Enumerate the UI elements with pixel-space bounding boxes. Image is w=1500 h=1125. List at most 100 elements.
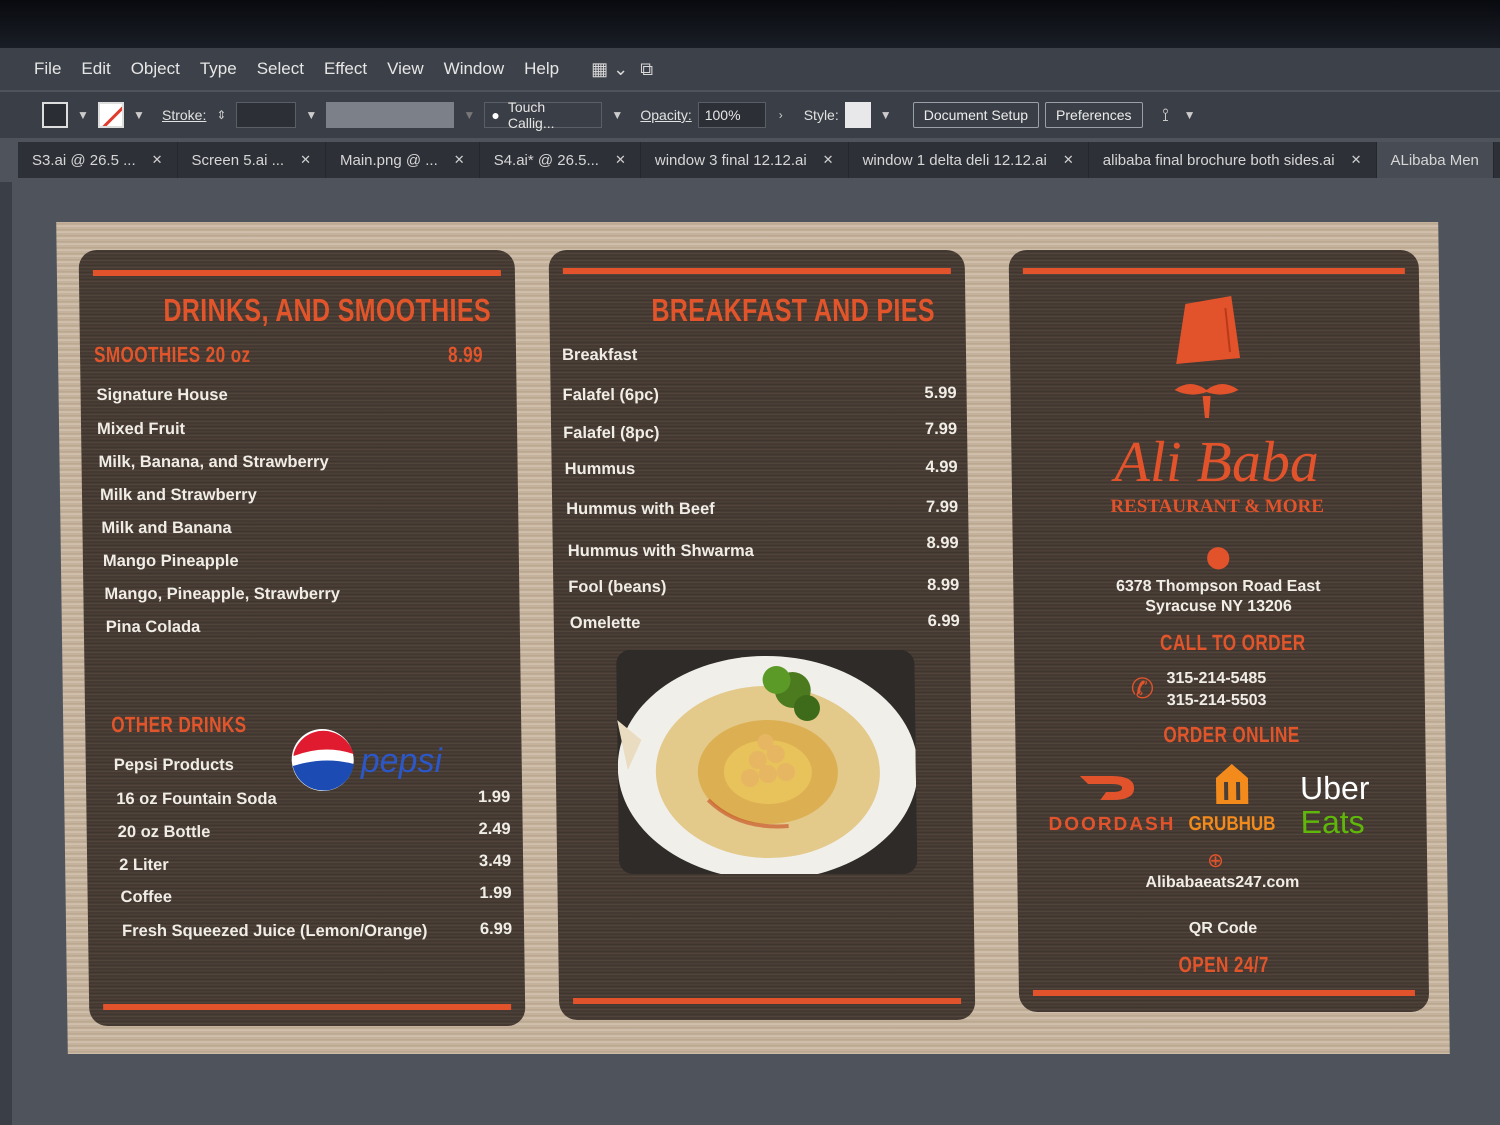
divider-line xyxy=(562,268,951,274)
divider-line xyxy=(103,1004,512,1010)
price: 8.99 xyxy=(927,576,960,594)
tools-panel[interactable] xyxy=(0,182,12,1125)
breakfast-section-label: Breakfast xyxy=(561,346,638,364)
menu-edit[interactable]: Edit xyxy=(81,59,110,79)
menu-type[interactable]: Type xyxy=(200,59,237,79)
location-pin-icon: ⬤ xyxy=(1205,544,1231,569)
tab-label: alibaba final brochure both sides.ai xyxy=(1102,151,1335,169)
divider-line xyxy=(1022,268,1405,274)
control-bar: ▼ ▼ Stroke: ⇕ ▼ ▼ ● Touch Callig... ▼ Op… xyxy=(0,92,1500,138)
opacity-label[interactable]: Opacity: xyxy=(640,107,691,123)
price: 3.49 xyxy=(478,852,512,870)
brand-name: Ali Baba xyxy=(1113,429,1320,494)
price: 1.99 xyxy=(477,788,511,806)
style-label: Style: xyxy=(803,107,839,123)
table-row: Omelette xyxy=(569,614,641,632)
phone-number-2: 315-214-5503 xyxy=(1166,692,1267,709)
smoothies-price: 8.99 xyxy=(447,342,484,367)
contact-panel: Ali Baba RESTAURANT & MORE ⬤ 6378 Thomps… xyxy=(1008,250,1430,1012)
tab-label: Screen 5.ai ... xyxy=(191,151,285,169)
chevron-down-icon[interactable]: ▼ xyxy=(608,108,626,122)
fill-swatch[interactable] xyxy=(42,102,68,128)
table-row: Fresh Squeezed Juice (Lemon/Orange) xyxy=(121,922,428,940)
menu-help[interactable]: Help xyxy=(524,59,559,79)
close-icon[interactable]: ✕ xyxy=(454,152,465,168)
chevron-down-icon[interactable]: ▼ xyxy=(877,108,895,122)
list-item: Pina Colada xyxy=(105,618,201,636)
close-icon[interactable]: ✕ xyxy=(615,152,626,168)
artboard[interactable]: DRINKS, AND SMOOTHIES SMOOTHIES 20 oz 8.… xyxy=(56,222,1450,1054)
divider-line xyxy=(573,998,962,1004)
tab-main-png[interactable]: Main.png @ ... ✕ xyxy=(326,142,480,178)
globe-icon: ⊕ xyxy=(1206,850,1225,872)
pepsi-wordmark: pepsi xyxy=(359,742,443,780)
pepsi-products-label: Pepsi Products xyxy=(113,756,235,774)
close-icon[interactable]: ✕ xyxy=(823,152,834,168)
list-item: Milk and Strawberry xyxy=(99,486,257,504)
tab-screen5[interactable]: Screen 5.ai ... ✕ xyxy=(178,142,326,178)
price: 6.99 xyxy=(479,920,513,938)
price: 1.99 xyxy=(479,884,512,902)
tab-window3[interactable]: window 3 final 12.12.ai ✕ xyxy=(641,142,849,178)
opacity-field[interactable]: 100% xyxy=(697,102,766,128)
stroke-swatch[interactable] xyxy=(98,102,124,128)
tab-label: S3.ai @ 26.5 ... xyxy=(32,151,136,169)
grubhub-icon xyxy=(1215,764,1249,804)
stroke-label[interactable]: Stroke: xyxy=(162,107,206,123)
stroke-weight-field[interactable] xyxy=(236,102,297,128)
website-link: Alibabaeats247.com xyxy=(1145,874,1300,891)
tab-alibaba-brochure[interactable]: alibaba final brochure both sides.ai ✕ xyxy=(1089,142,1377,178)
workspace-layout-icon[interactable]: ▦ ⌄ xyxy=(591,59,628,80)
divider-line xyxy=(1032,990,1415,996)
close-icon[interactable]: ✕ xyxy=(152,152,163,168)
list-item: Milk, Banana, and Strawberry xyxy=(98,453,329,471)
variable-width-field[interactable] xyxy=(326,102,455,128)
doordash-label: DOORDASH xyxy=(1048,814,1176,835)
document-setup-button[interactable]: Document Setup xyxy=(912,102,1040,128)
drinks-panel: DRINKS, AND SMOOTHIES SMOOTHIES 20 oz 8.… xyxy=(78,250,526,1026)
fez-mustache-logo xyxy=(1174,296,1241,418)
chevron-down-icon[interactable]: ▼ xyxy=(302,108,320,122)
doordash-icon xyxy=(1079,776,1135,800)
close-icon[interactable]: ✕ xyxy=(300,152,311,168)
list-item: Signature House xyxy=(96,386,228,404)
chevron-down-icon: ▼ xyxy=(463,108,476,122)
close-icon[interactable]: ✕ xyxy=(1351,152,1362,168)
chevron-down-icon[interactable]: ▼ xyxy=(130,108,148,122)
menu-view[interactable]: View xyxy=(387,59,424,79)
tab-s4[interactable]: S4.ai* @ 26.5... ✕ xyxy=(480,142,641,178)
document-tab-bar: S3.ai @ 26.5 ... ✕ Screen 5.ai ... ✕ Main.… xyxy=(18,142,1500,178)
list-item: Mango, Pineapple, Strawberry xyxy=(104,585,341,603)
stroke-stepper-icon[interactable]: ⇕ xyxy=(212,108,230,122)
address-line1: 6378 Thompson Road East xyxy=(1115,578,1321,595)
menu-select[interactable]: Select xyxy=(257,59,304,79)
menu-window[interactable]: Window xyxy=(444,59,504,79)
style-swatch[interactable] xyxy=(844,102,871,128)
tab-alibaba-menu[interactable]: ALibaba Men xyxy=(1376,142,1494,178)
arrange-icon[interactable]: ⟟ xyxy=(1157,105,1175,126)
preferences-button[interactable]: Preferences xyxy=(1045,102,1143,128)
close-icon[interactable]: ✕ xyxy=(1063,152,1074,168)
eats-label: Eats xyxy=(1300,804,1365,840)
grubhub-label: GRUBHUB xyxy=(1188,813,1276,835)
other-drinks-header: OTHER DRINKS xyxy=(111,712,247,737)
price: 8.99 xyxy=(926,534,959,552)
menu-bar: File Edit Object Type Select Effect View… xyxy=(0,48,1500,90)
table-row: Fool (beans) xyxy=(568,578,667,596)
table-row: Coffee xyxy=(120,888,173,906)
tab-window1[interactable]: window 1 delta deli 12.12.ai ✕ xyxy=(849,142,1089,178)
gpu-preview-icon[interactable]: ⧉ xyxy=(640,59,653,80)
brush-definition-field[interactable]: ● Touch Callig... xyxy=(484,99,603,131)
menu-object[interactable]: Object xyxy=(131,59,180,79)
table-row: Hummus xyxy=(564,460,636,478)
menu-file[interactable]: File xyxy=(34,59,61,79)
tab-label: window 3 final 12.12.ai xyxy=(654,151,807,169)
chevron-down-icon[interactable]: ▼ xyxy=(1181,108,1199,122)
price: 7.99 xyxy=(924,420,958,438)
chevron-right-icon[interactable]: › xyxy=(772,108,790,122)
tab-s3[interactable]: S3.ai @ 26.5 ... ✕ xyxy=(18,142,178,178)
chevron-down-icon[interactable]: ▼ xyxy=(74,108,92,122)
menu-effect[interactable]: Effect xyxy=(324,59,367,79)
table-row: Hummus with Beef xyxy=(566,500,715,518)
monitor-bezel xyxy=(0,0,1500,52)
